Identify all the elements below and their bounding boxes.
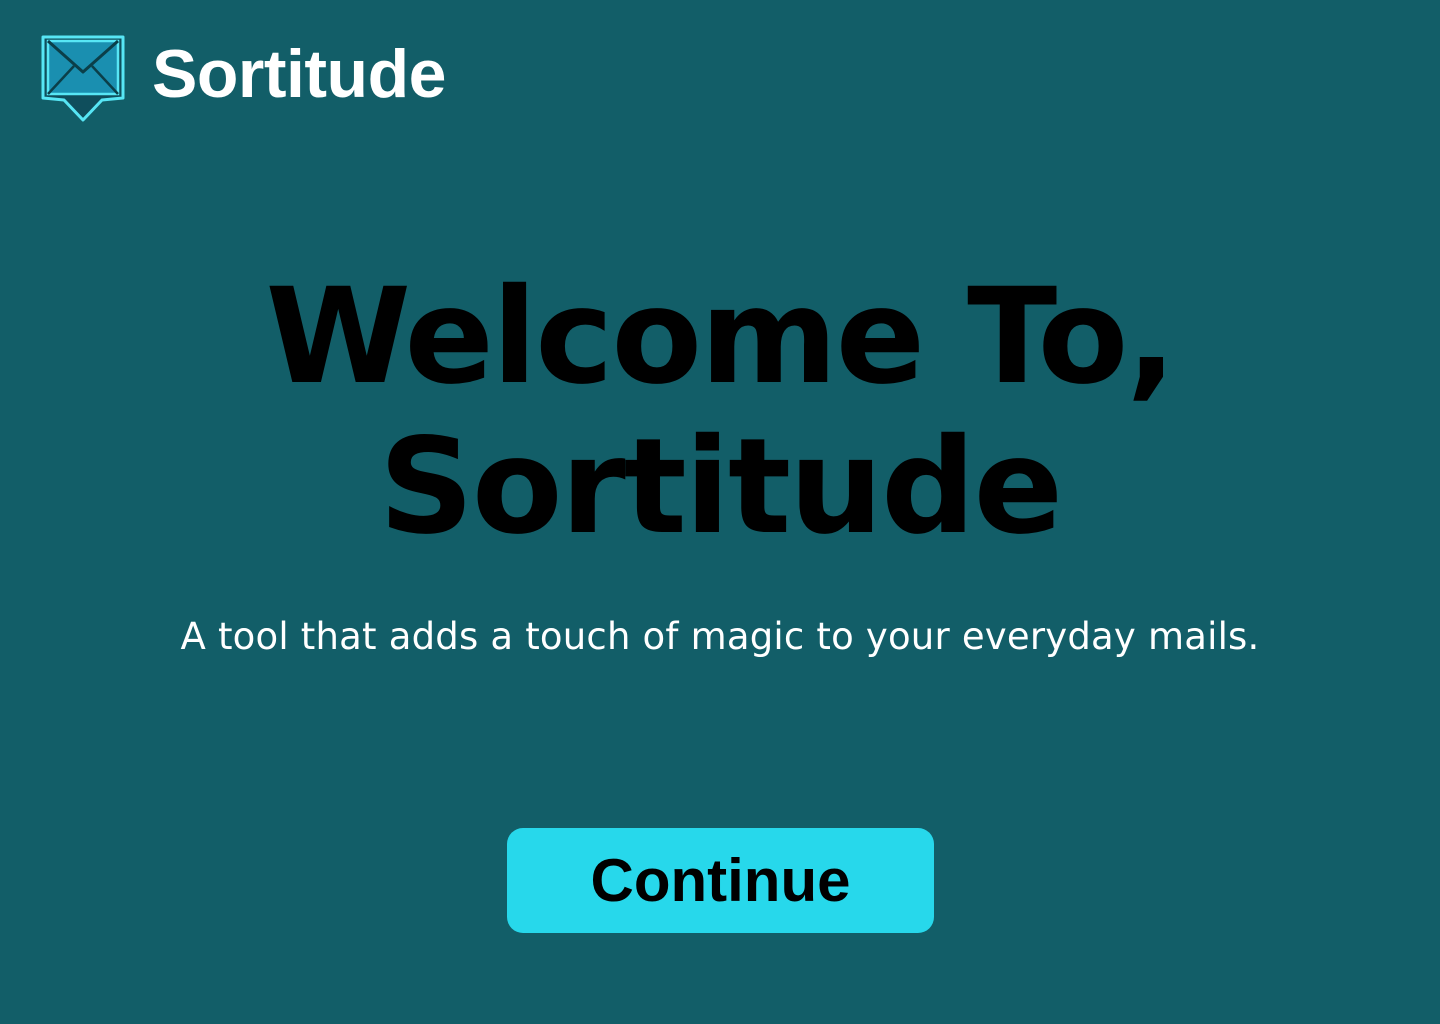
envelope-icon xyxy=(41,35,125,122)
welcome-page: Sortitude Welcome To, Sortitude A tool t… xyxy=(0,0,1440,1024)
brand-header: Sortitude xyxy=(40,34,446,124)
hero-section: Welcome To, Sortitude xyxy=(0,262,1440,562)
page-title: Welcome To, Sortitude xyxy=(0,262,1440,562)
app-name: Sortitude xyxy=(152,36,446,112)
headline-line-2: Sortitude xyxy=(378,410,1063,564)
headline-line-1: Welcome To, xyxy=(265,260,1177,414)
continue-button[interactable]: Continue xyxy=(507,828,934,933)
tagline: A tool that adds a touch of magic to you… xyxy=(180,615,1260,658)
